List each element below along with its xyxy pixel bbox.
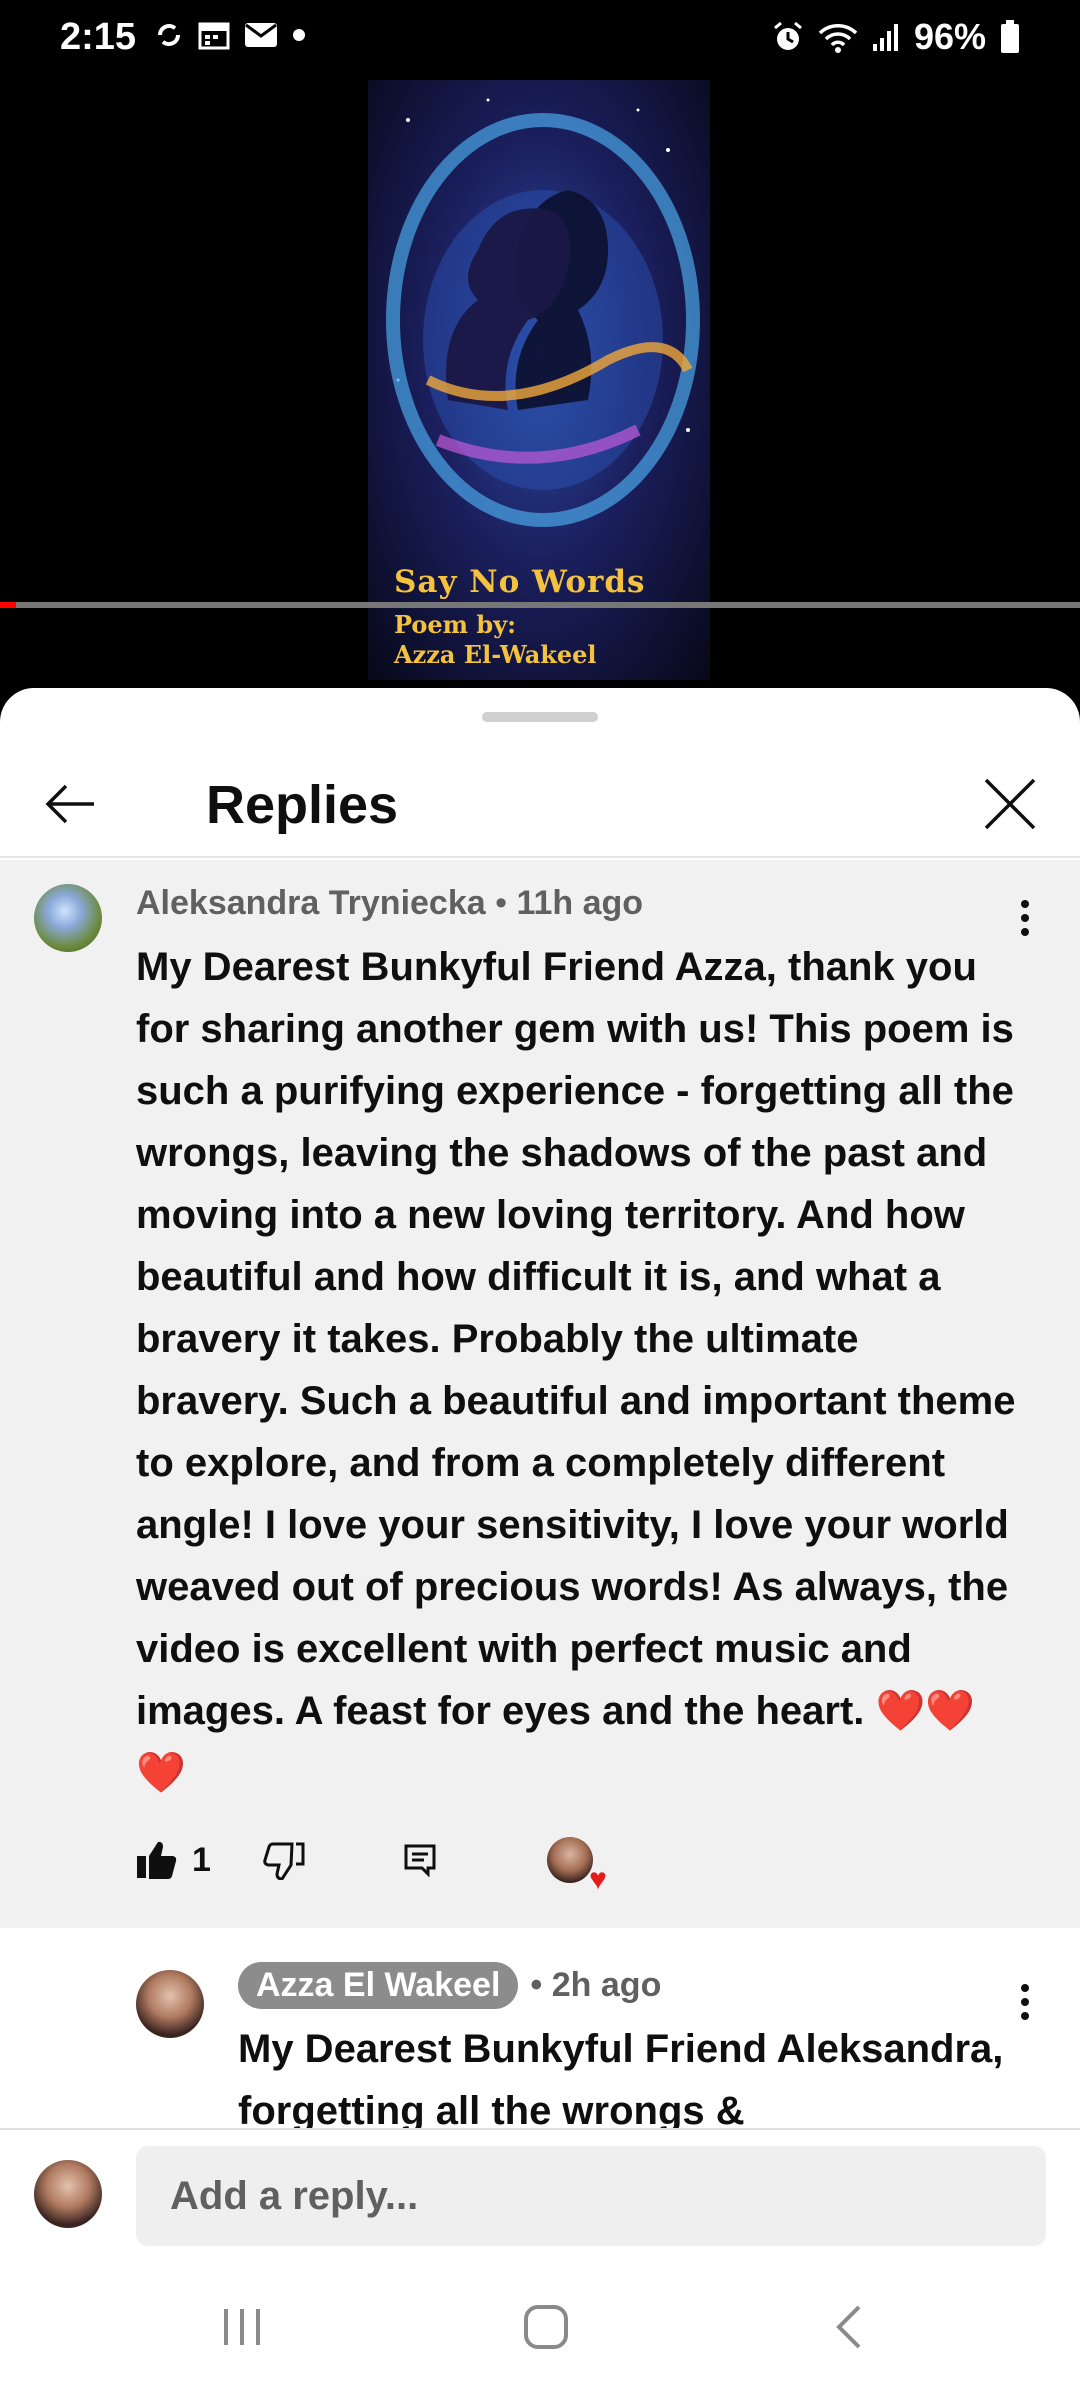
battery-icon [1001,20,1019,53]
close-button[interactable] [970,764,1050,844]
like-button[interactable]: 1 [136,1840,211,1880]
dot-icon [293,29,305,41]
creator-heart[interactable]: ♥ [546,1837,607,1895]
video-thumbnail: Say No Words Poem by: Azza El-Wakeel [368,80,710,680]
system-back-button[interactable] [798,2292,898,2362]
calendar-icon [198,22,230,50]
thumbs-down-icon [263,1842,305,1880]
system-icons: 96% [772,16,1020,58]
poster-artwork [386,98,700,527]
avatar [34,2160,102,2228]
avatar[interactable] [136,1970,204,2038]
comment-actions: 1 ♥ [136,1830,607,1895]
comment-body: My Dearest Bunkyful Friend Azza, thank y… [136,936,1016,1804]
parent-comment: Aleksandra Tryniecka • 11h ago My Deares… [0,860,1080,1928]
more-vert-icon [1021,1984,1029,2020]
video-player[interactable]: Say No Words Poem by: Azza El-Wakeel [0,80,1080,682]
panel-title: Replies [206,775,399,835]
poster-title: Say No Words [394,564,646,600]
replies-header: Replies [0,738,1080,858]
drag-handle[interactable] [482,712,598,722]
dislike-button[interactable] [263,1840,305,1880]
replies-sheet: Replies Aleksandra Tryniecka • 11h ago M… [0,688,1080,2400]
creator-name-badge[interactable]: Azza El Wakeel [238,1962,519,2009]
comment-icon [404,1844,436,1877]
heart-icon: ♥ [589,1863,607,1896]
clock: 2:15 [60,16,137,58]
poster-credit-name: Azza El-Wakeel [394,640,597,669]
mail-icon [245,23,277,47]
thumbs-up-filled-icon [137,1841,177,1879]
back-button[interactable] [30,764,110,844]
reply-comment: Azza El Wakeel • 2h ago My Dearest Bunky… [0,1928,1080,2133]
video-progress-bar[interactable] [0,602,1080,608]
signal-icon [872,24,898,51]
more-vert-icon [1021,900,1029,936]
reply-meta: Azza El Wakeel • 2h ago [238,1962,661,2009]
home-button[interactable] [496,2292,596,2362]
close-icon [984,778,1036,830]
recent-apps-icon [224,2309,260,2345]
creator-avatar: ♥ [546,1837,607,1895]
poster-credit-label: Poem by: [394,610,517,639]
reply-time: 2h ago [551,1966,662,2004]
wifi-icon [818,24,858,53]
reply-button[interactable] [403,1843,437,1877]
reply-time-wrapper: • 2h ago [530,1966,662,2004]
reply-composer [0,2128,1080,2252]
chevron-left-icon [836,2305,861,2349]
battery-percent: 96% [913,16,986,57]
comment-time: 11h ago [516,884,644,922]
status-bar: 2:15 96% [0,0,1080,80]
comment-meta: Aleksandra Tryniecka • 11h ago [136,884,644,922]
avatar[interactable] [34,884,102,952]
like-count: 1 [192,1840,211,1879]
sync-icon [158,24,180,46]
home-icon [524,2305,568,2349]
reply-text: My Dearest Bunkyful Friend Aleksandra, f… [238,2027,1004,2133]
reply-input[interactable] [136,2146,1046,2246]
alarm-icon [773,21,802,50]
recent-apps-button[interactable] [192,2292,292,2362]
video-progress-fill [0,602,17,608]
arrow-left-icon [45,784,94,824]
comment-text: My Dearest Bunkyful Friend Azza, thank y… [136,945,1016,1733]
notification-icons [154,20,306,50]
comment-author[interactable]: Aleksandra Tryniecka [136,884,486,922]
system-nav-bar [0,2252,1080,2400]
